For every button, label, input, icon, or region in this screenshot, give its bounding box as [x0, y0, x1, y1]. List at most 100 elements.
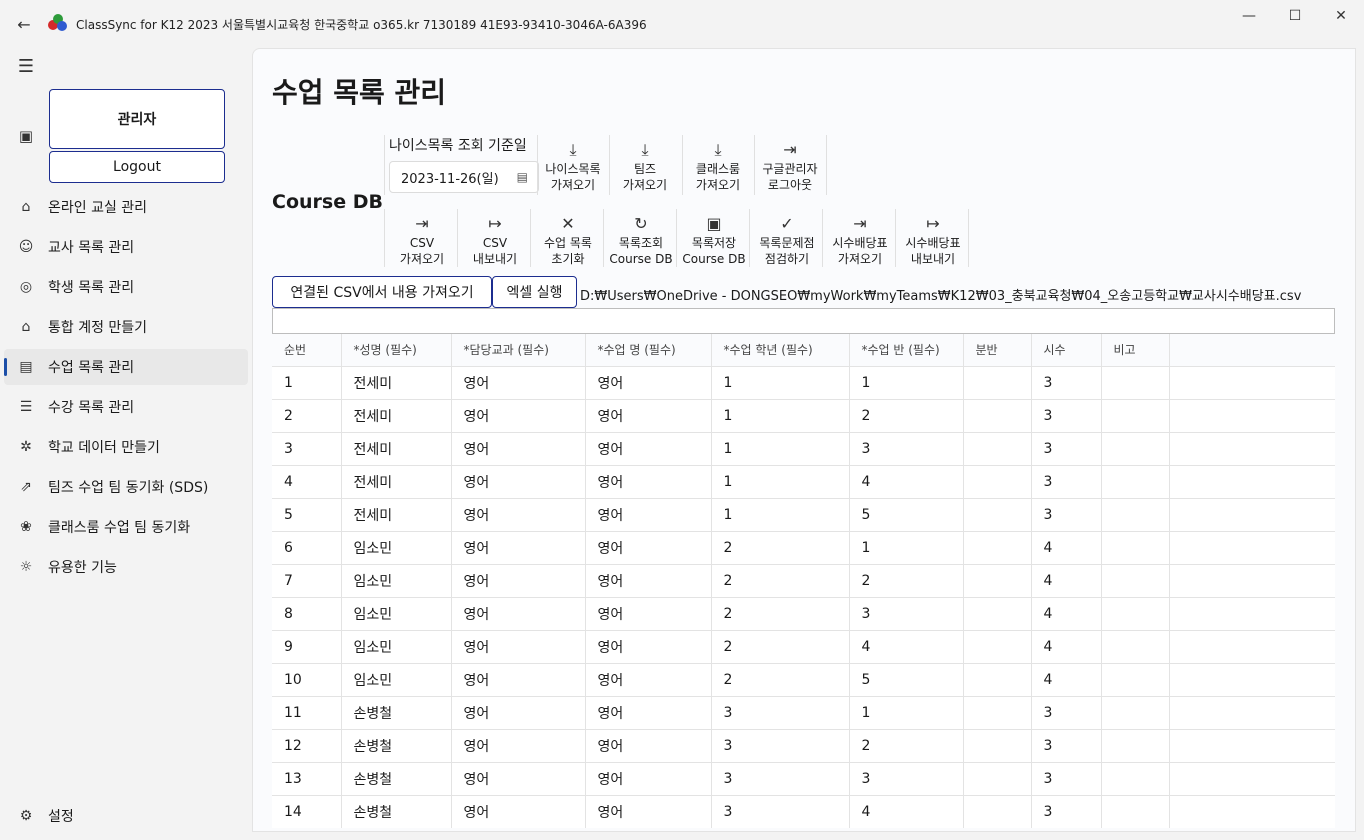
table-row[interactable]: 12 손병철 영어 영어 3 2 3: [272, 728, 1335, 762]
table-cell[interactable]: 5: [272, 497, 342, 531]
table-cell[interactable]: 3: [1031, 464, 1102, 498]
table-cell[interactable]: [963, 497, 1032, 531]
table-cell[interactable]: 4: [1031, 530, 1102, 564]
table-cell[interactable]: 영어: [451, 728, 586, 762]
table-cell[interactable]: 2: [849, 563, 964, 597]
table-cell[interactable]: 영어: [451, 563, 586, 597]
table-cell[interactable]: 전세미: [341, 365, 452, 399]
table-cell[interactable]: [963, 398, 1032, 432]
table-cell[interactable]: [1169, 365, 1335, 399]
table-cell[interactable]: 영어: [585, 662, 712, 696]
table-cell[interactable]: 영어: [451, 794, 586, 828]
table-cell[interactable]: 3: [1031, 794, 1102, 828]
column-header[interactable]: *수업 학년 (필수): [711, 334, 850, 366]
table-cell[interactable]: 1: [849, 365, 964, 399]
table-cell[interactable]: 영어: [585, 530, 712, 564]
toolbar-button[interactable]: ⤓ 클래스룸 가져오기: [682, 135, 754, 199]
table-cell[interactable]: [1169, 431, 1335, 465]
table-cell[interactable]: 4: [1031, 662, 1102, 696]
table-cell[interactable]: 영어: [451, 497, 586, 531]
table-cell[interactable]: 영어: [585, 596, 712, 630]
table-cell[interactable]: 1: [711, 497, 850, 531]
table-cell[interactable]: 3: [1031, 695, 1102, 729]
table-cell[interactable]: 1: [711, 398, 850, 432]
table-cell[interactable]: [1101, 563, 1170, 597]
table-cell[interactable]: [963, 728, 1032, 762]
table-row[interactable]: 14 손병철 영어 영어 3 4 3: [272, 794, 1335, 828]
table-row[interactable]: 13 손병철 영어 영어 3 3 3: [272, 761, 1335, 795]
table-cell[interactable]: 영어: [585, 398, 712, 432]
table-cell[interactable]: [1101, 398, 1170, 432]
column-header[interactable]: *성명 (필수): [341, 334, 452, 366]
table-cell[interactable]: 영어: [585, 497, 712, 531]
toolbar-button[interactable]: ⇥ 구글관리자 로그아웃: [754, 135, 826, 199]
table-cell[interactable]: 3: [272, 431, 342, 465]
table-cell[interactable]: 3: [1031, 761, 1102, 795]
table-cell[interactable]: 영어: [585, 728, 712, 762]
table-cell[interactable]: 영어: [585, 431, 712, 465]
table-cell[interactable]: 12: [272, 728, 342, 762]
text-input[interactable]: [272, 308, 1335, 334]
table-cell[interactable]: 전세미: [341, 464, 452, 498]
table-cell[interactable]: [1101, 629, 1170, 663]
table-cell[interactable]: [1101, 431, 1170, 465]
table-cell[interactable]: 3: [849, 761, 964, 795]
maximize-button[interactable]: ☐: [1272, 0, 1318, 32]
sidebar-item-10[interactable]: ☼ 유용한 기능: [4, 549, 248, 585]
table-cell[interactable]: [1101, 695, 1170, 729]
table-cell[interactable]: 2: [272, 398, 342, 432]
sidebar-item-1[interactable]: ⌂ 온라인 교실 관리: [4, 189, 248, 225]
table-cell[interactable]: [1169, 497, 1335, 531]
close-window-button[interactable]: ✕: [1318, 0, 1364, 32]
table-cell[interactable]: 임소민: [341, 563, 452, 597]
column-header[interactable]: *담당교과 (필수): [451, 334, 586, 366]
sidebar-item-3[interactable]: ◎ 학생 목록 관리: [4, 269, 248, 305]
table-cell[interactable]: 영어: [585, 365, 712, 399]
sidebar-item-settings[interactable]: ⚙ 설정: [4, 798, 248, 834]
table-cell[interactable]: 임소민: [341, 629, 452, 663]
table-row[interactable]: 7 임소민 영어 영어 2 2 4: [272, 563, 1335, 597]
table-cell[interactable]: [1169, 761, 1335, 795]
table-row[interactable]: 3 전세미 영어 영어 1 3 3: [272, 431, 1335, 465]
table-cell[interactable]: [1101, 530, 1170, 564]
table-cell[interactable]: 영어: [585, 794, 712, 828]
table-cell[interactable]: 13: [272, 761, 342, 795]
table-cell[interactable]: 영어: [585, 695, 712, 729]
table-cell[interactable]: 1: [711, 464, 850, 498]
import-linked-csv-button[interactable]: 연결된 CSV에서 내용 가져오기: [272, 276, 492, 308]
table-cell[interactable]: [963, 596, 1032, 630]
table-cell[interactable]: 2: [849, 728, 964, 762]
column-header[interactable]: 비고: [1101, 334, 1170, 366]
table-cell[interactable]: 1: [849, 695, 964, 729]
table-row[interactable]: 11 손병철 영어 영어 3 1 3: [272, 695, 1335, 729]
table-cell[interactable]: [1169, 662, 1335, 696]
table-cell[interactable]: [1169, 728, 1335, 762]
table-cell[interactable]: [963, 530, 1032, 564]
table-cell[interactable]: 2: [711, 563, 850, 597]
table-cell[interactable]: 3: [1031, 728, 1102, 762]
sidebar-item-7[interactable]: ✲ 학교 데이터 만들기: [4, 429, 248, 465]
toolbar-button[interactable]: ⤓ 팀즈 가져오기: [609, 135, 681, 199]
toolbar-button[interactable]: ↦ 시수배당표 내보내기: [897, 209, 969, 273]
table-row[interactable]: 2 전세미 영어 영어 1 2 3: [272, 398, 1335, 432]
table-cell[interactable]: [1101, 662, 1170, 696]
table-cell[interactable]: 2: [711, 596, 850, 630]
table-cell[interactable]: [1101, 464, 1170, 498]
table-cell[interactable]: 8: [272, 596, 342, 630]
table-cell[interactable]: 1: [711, 431, 850, 465]
table-cell[interactable]: 전세미: [341, 431, 452, 465]
table-cell[interactable]: 영어: [451, 365, 586, 399]
table-cell[interactable]: [1169, 398, 1335, 432]
table-cell[interactable]: 영어: [585, 761, 712, 795]
table-cell[interactable]: 임소민: [341, 662, 452, 696]
table-cell[interactable]: 4: [849, 794, 964, 828]
table-cell[interactable]: [1101, 728, 1170, 762]
table-cell[interactable]: [963, 761, 1032, 795]
table-cell[interactable]: 영어: [451, 596, 586, 630]
table-cell[interactable]: [963, 629, 1032, 663]
table-cell[interactable]: 4: [272, 464, 342, 498]
table-cell[interactable]: 영어: [451, 431, 586, 465]
table-cell[interactable]: 1: [711, 365, 850, 399]
admin-button[interactable]: 관리자: [49, 89, 225, 149]
logout-button[interactable]: Logout: [49, 151, 225, 183]
